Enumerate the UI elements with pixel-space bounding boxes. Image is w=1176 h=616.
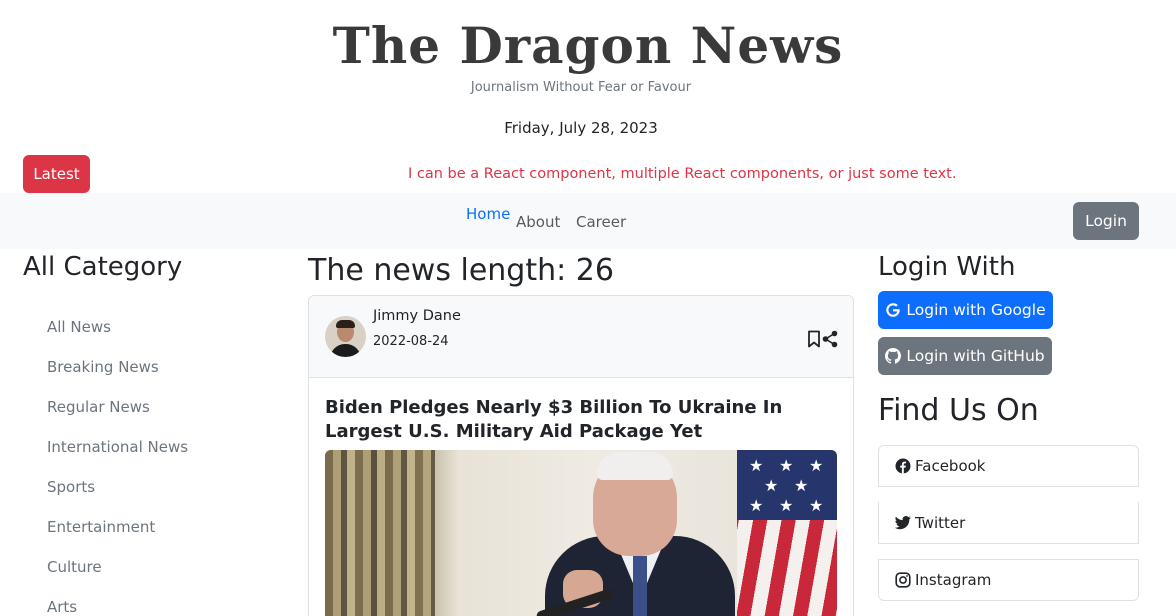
nav-about-link[interactable]: About xyxy=(516,213,560,231)
find-us-title: Find Us On xyxy=(878,393,1039,428)
navbar: Home About Career Login xyxy=(0,193,1176,249)
instagram-icon xyxy=(895,572,911,588)
nav-career-link[interactable]: Career xyxy=(576,213,626,231)
category-list: All News Breaking News Regular News Inte… xyxy=(47,307,188,616)
category-item-international-news[interactable]: International News xyxy=(47,427,188,467)
news-image[interactable]: ★ ★ ★ ★ ★ ★ ★ ★ xyxy=(325,450,837,616)
category-item-regular-news[interactable]: Regular News xyxy=(47,387,188,427)
login-with-title: Login With xyxy=(878,252,1016,282)
social-twitter-link[interactable]: Twitter xyxy=(878,502,1139,544)
share-icon[interactable] xyxy=(822,330,838,348)
login-button[interactable]: Login xyxy=(1073,202,1139,240)
social-facebook-label: Facebook xyxy=(915,457,986,475)
marquee-text: I can be a React component, multiple Rea… xyxy=(408,166,957,182)
current-date: Friday, July 28, 2023 xyxy=(504,119,658,137)
category-item-sports[interactable]: Sports xyxy=(47,467,188,507)
news-title[interactable]: Biden Pledges Nearly $3 Billion To Ukrai… xyxy=(325,396,837,444)
login-github-button[interactable]: Login with GitHub xyxy=(878,337,1052,375)
news-card-header: Jimmy Dane 2022-08-24 xyxy=(309,296,853,378)
news-length-heading: The news length: 26 xyxy=(308,253,614,288)
category-item-culture[interactable]: Culture xyxy=(47,547,188,587)
github-icon xyxy=(885,348,902,364)
category-title: All Category xyxy=(23,252,183,282)
google-icon xyxy=(886,303,901,317)
category-item-entertainment[interactable]: Entertainment xyxy=(47,507,188,547)
bookmark-icon[interactable] xyxy=(807,330,821,348)
category-item-breaking-news[interactable]: Breaking News xyxy=(47,347,188,387)
facebook-icon xyxy=(895,458,911,474)
site-tagline: Journalism Without Fear or Favour xyxy=(470,80,692,95)
twitter-icon xyxy=(895,515,911,529)
latest-button[interactable]: Latest xyxy=(23,155,90,193)
login-google-label: Login with Google xyxy=(906,301,1046,319)
author-avatar xyxy=(325,316,366,357)
social-instagram-link[interactable]: Instagram xyxy=(878,559,1139,601)
news-card: Jimmy Dane 2022-08-24 Biden Pledges Near… xyxy=(308,295,854,616)
category-item-all-news[interactable]: All News xyxy=(47,307,188,347)
author-name: Jimmy Dane xyxy=(373,308,461,324)
login-github-label: Login with GitHub xyxy=(906,347,1045,365)
site-logo: The Dragon News xyxy=(332,16,844,75)
login-google-button[interactable]: Login with Google xyxy=(878,291,1053,329)
publish-date: 2022-08-24 xyxy=(373,334,449,349)
nav-home-link[interactable]: Home xyxy=(466,205,510,223)
social-facebook-link[interactable]: Facebook xyxy=(878,445,1139,487)
social-instagram-label: Instagram xyxy=(915,571,992,589)
category-item-arts[interactable]: Arts xyxy=(47,587,188,616)
social-twitter-label: Twitter xyxy=(915,513,966,532)
